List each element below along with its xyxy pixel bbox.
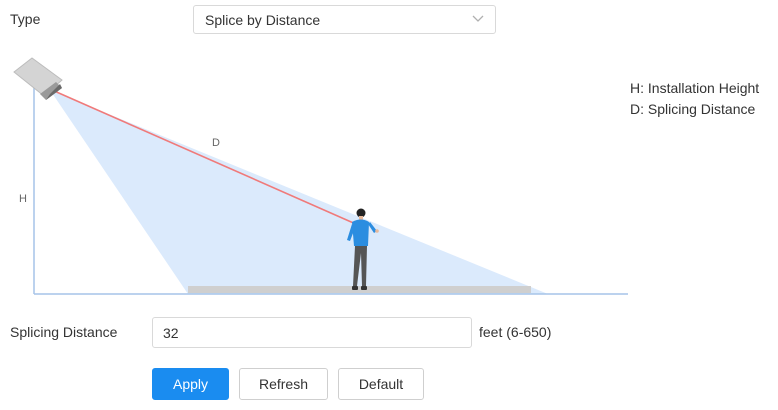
type-select-value: Splice by Distance (205, 12, 321, 28)
default-button[interactable]: Default (338, 368, 424, 400)
type-label: Type (10, 11, 41, 27)
height-marker: H (19, 193, 27, 205)
installation-diagram: D H (13, 57, 628, 295)
refresh-button[interactable]: Refresh (239, 368, 328, 400)
legend-distance: D: Splicing Distance (630, 101, 756, 117)
apply-button[interactable]: Apply (152, 368, 229, 400)
camera-coverage-area (50, 90, 548, 294)
legend-height: H: Installation Height (630, 80, 760, 96)
chevron-down-icon (472, 15, 484, 22)
splicing-distance-label: Splicing Distance (10, 324, 118, 340)
type-select[interactable]: Splice by Distance (193, 5, 496, 34)
distance-marker: D (212, 137, 220, 149)
distance-unit-range: feet (6-650) (479, 324, 552, 340)
floor-surface (188, 286, 531, 293)
splice-settings-panel: Type Splice by Distance D H H: Installat… (0, 0, 778, 410)
splicing-distance-input[interactable] (152, 317, 472, 348)
